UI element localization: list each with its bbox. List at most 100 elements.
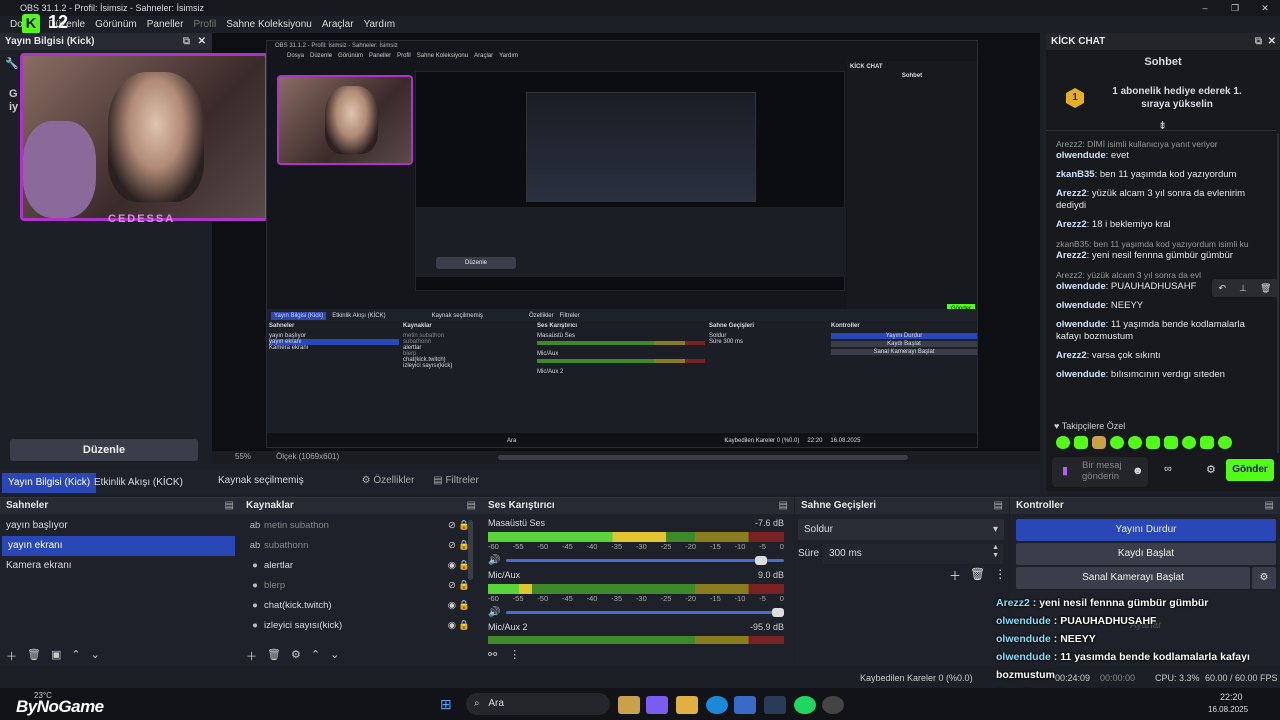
source-item[interactable]: ab metin subathon ⊘ 🔒 <box>240 516 482 536</box>
source-item[interactable]: ab subathonn ⊘ 🔒 <box>240 536 482 556</box>
chat-username[interactable]: olwendude <box>1056 300 1106 311</box>
transition-select[interactable]: Soldur ▾ <box>798 519 1004 540</box>
menu-help[interactable]: Yardım <box>364 19 396 30</box>
wrench-icon[interactable]: 🔧 <box>5 57 19 70</box>
panel-menu-icon[interactable]: ▤ <box>225 498 234 514</box>
chevron-up-icon[interactable]: ⌃ <box>311 648 320 664</box>
menu-view[interactable]: Görünüm <box>95 19 137 30</box>
eye-off-icon[interactable]: ⊘ <box>448 536 456 556</box>
source-item[interactable]: ● alertlar ◉ 🔒 <box>240 556 482 576</box>
emote-icon[interactable] <box>1128 436 1142 449</box>
source-item[interactable]: ● izleyici sayısı(kick) ◉ 🔒 <box>240 616 482 636</box>
folder-icon[interactable] <box>676 696 698 714</box>
source-item[interactable]: ● blerp ⊘ 🔒 <box>240 576 482 596</box>
chat-username[interactable]: zkanB35 <box>1056 169 1095 180</box>
chat-message[interactable]: Arezz2: yüzük alcam 3 yıl sonra da evlen… <box>1056 188 1272 212</box>
gear-icon[interactable]: ⚙ <box>1206 463 1216 476</box>
emote-icon[interactable] <box>1092 436 1106 449</box>
chevron-down-icon[interactable]: ⌄ <box>91 648 100 664</box>
emote-icon[interactable] <box>1146 436 1160 449</box>
reply-icon[interactable]: ↶ <box>1219 283 1227 294</box>
lock-icon[interactable]: 🔒 <box>458 596 470 616</box>
add-icon[interactable]: ＋ <box>949 567 961 584</box>
panel-menu-icon[interactable]: ▤ <box>994 498 1003 514</box>
app-icon[interactable] <box>734 696 756 714</box>
maximize-button[interactable]: ❐ <box>1220 0 1250 16</box>
eye-icon[interactable]: ◉ <box>448 616 456 636</box>
emote-icon[interactable] <box>1074 436 1088 449</box>
panel-menu-icon[interactable]: ▤ <box>779 498 788 514</box>
menu-scene-collection[interactable]: Sahne Koleksiyonu <box>226 19 312 30</box>
gear-icon[interactable]: ⚙ <box>291 648 301 664</box>
minimize-button[interactable]: – <box>1190 0 1220 16</box>
trash-icon[interactable]: 🗑 <box>1260 283 1271 294</box>
properties-button[interactable]: ⚙ Özellikler <box>356 471 420 491</box>
close-icon[interactable]: ✕ <box>198 33 206 50</box>
steam-icon[interactable] <box>764 696 786 714</box>
duration-input[interactable]: 300 ms ▲ ▼ <box>823 544 1003 564</box>
app-icon[interactable] <box>618 696 640 714</box>
filter-icon[interactable]: ▣ <box>51 648 61 664</box>
close-icon[interactable]: ✕ <box>1268 33 1276 50</box>
eye-off-icon[interactable]: ⊘ <box>448 576 456 596</box>
emote-icon[interactable] <box>1200 436 1214 449</box>
more-icon[interactable]: ⋮ <box>509 648 520 661</box>
scene-item[interactable]: Kamera ekranı <box>0 556 240 576</box>
users-icon[interactable]: ∞ <box>1164 463 1172 475</box>
chat-message[interactable]: olwendude: bılısımcının verdıgı sıteden <box>1056 369 1272 381</box>
send-button[interactable]: Gönder <box>1226 459 1274 481</box>
stop-streaming-button[interactable]: Yayını Durdur <box>1016 519 1276 541</box>
virtual-camera-settings-button[interactable]: ⚙ <box>1252 567 1276 589</box>
stepper-icon[interactable]: ▲ ▼ <box>992 544 999 560</box>
panel-menu-icon[interactable]: ▤ <box>467 498 476 514</box>
edit-stream-button[interactable]: Düzenle <box>10 439 198 461</box>
scene-item[interactable]: yayın başlıyor <box>0 516 240 536</box>
start-virtual-camera-button[interactable]: Sanal Kamerayı Başlat <box>1016 567 1250 589</box>
chat-username[interactable]: olwendude <box>1056 319 1106 330</box>
chevron-down-icon[interactable]: ⌄ <box>330 648 339 664</box>
more-icon[interactable]: ⋮ <box>994 567 1006 584</box>
chat-scrollbar[interactable] <box>1277 133 1279 453</box>
sources-scrollbar[interactable] <box>468 520 473 580</box>
chat-message[interactable]: Arezz2: DİMİ isimli kullanıcıya yanıt ve… <box>1056 138 1272 162</box>
emote-icon[interactable] <box>1056 436 1070 449</box>
app-icon[interactable] <box>646 696 668 714</box>
speaker-icon[interactable]: 🔊 <box>488 607 500 618</box>
webcam-source[interactable] <box>20 53 268 221</box>
horizontal-scrollbar[interactable] <box>498 455 908 460</box>
emote-icon[interactable] <box>1218 436 1232 449</box>
zoom-level[interactable]: 55% <box>235 452 251 461</box>
chat-username[interactable]: olwendude <box>1056 281 1106 292</box>
chat-message[interactable]: Arezz2: varsa çok sıkıntı <box>1056 350 1272 362</box>
chat-username[interactable]: olwendude <box>1056 150 1106 161</box>
float-icon[interactable]: ⧉ <box>1255 33 1262 50</box>
lock-icon[interactable]: 🔒 <box>458 616 470 636</box>
emote-icon[interactable] <box>1182 436 1196 449</box>
panel-menu-icon[interactable]: ▤ <box>1265 498 1274 514</box>
chat-message[interactable]: olwendude: NEEYY <box>1056 300 1272 312</box>
tab-event-feed[interactable]: Etkinlik Akışı (KİCK) <box>88 473 189 493</box>
chat-message[interactable]: olwendude: 11 yaşımda bende kodlamalarla… <box>1056 319 1272 343</box>
edge-icon[interactable] <box>706 696 728 714</box>
filters-button[interactable]: ▤ Filtreler <box>428 471 484 491</box>
chat-input[interactable]: ▮ Bir mesaj gönderin ☻ <box>1052 457 1148 487</box>
source-item[interactable]: ● chat(kick.twitch) ◉ 🔒 <box>240 596 482 616</box>
chevron-up-icon[interactable]: ⌃ <box>71 648 80 664</box>
pin-icon[interactable]: ⊥ <box>1239 283 1247 294</box>
windows-start-icon[interactable]: ⊞ <box>440 696 452 713</box>
eye-icon[interactable]: ◉ <box>448 596 456 616</box>
emote-icon[interactable] <box>1110 436 1124 449</box>
start-recording-button[interactable]: Kaydı Başlat <box>1016 543 1276 565</box>
menu-tools[interactable]: Araçlar <box>322 19 354 30</box>
chat-tab-sohbet[interactable]: Sohbet <box>1046 56 1280 68</box>
emote-icon[interactable] <box>1164 436 1178 449</box>
menu-docks[interactable]: Paneller <box>147 19 184 30</box>
link-icon[interactable]: ⚯ <box>488 648 497 661</box>
chat-username[interactable]: Arezz2 <box>1056 188 1087 199</box>
trash-icon[interactable]: 🗑 <box>970 567 985 584</box>
add-icon[interactable]: ＋ <box>6 648 17 664</box>
chat-username[interactable]: Arezz2 <box>1056 219 1087 230</box>
volume-slider[interactable] <box>506 608 784 617</box>
chat-username[interactable]: olwendude <box>1056 369 1106 380</box>
chat-username[interactable]: Arezz2 <box>1056 350 1087 361</box>
